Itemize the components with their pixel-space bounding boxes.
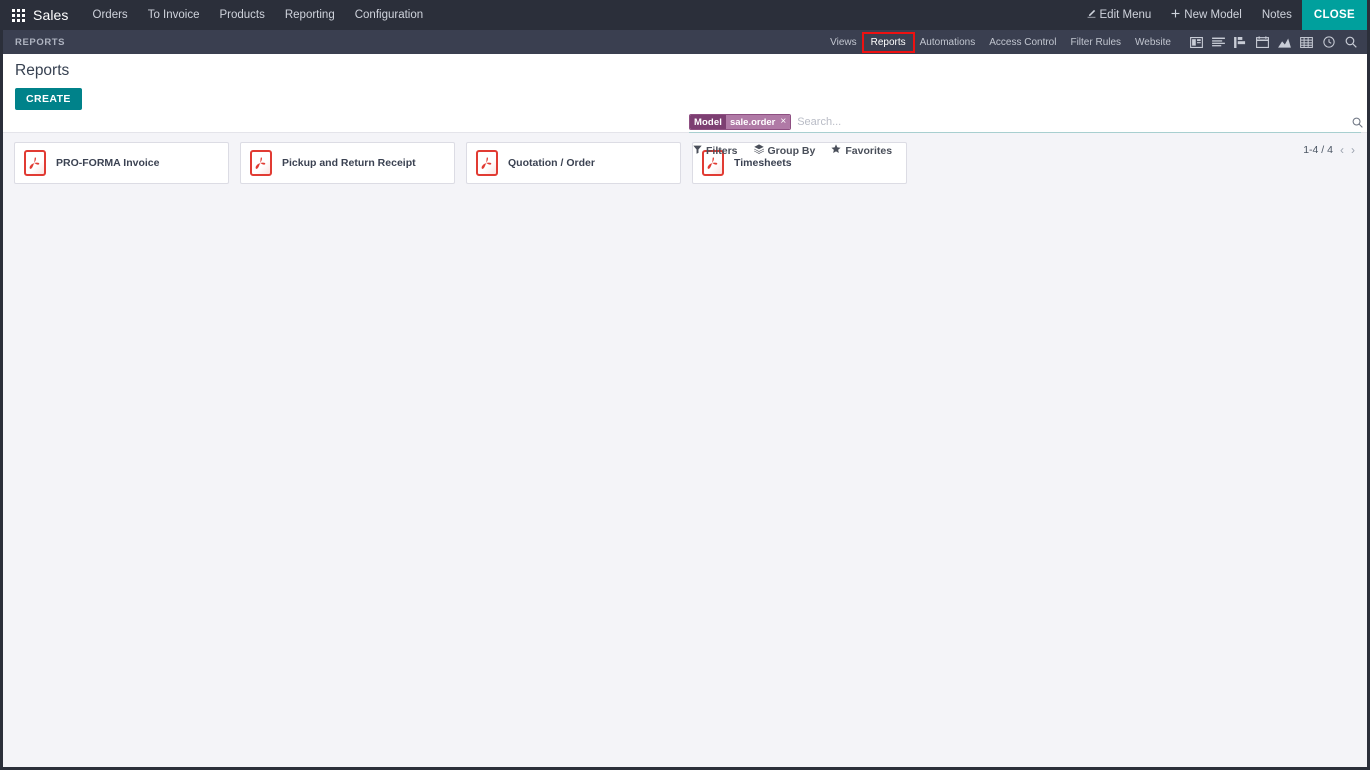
- filters-label: Filters: [706, 144, 738, 157]
- nav-item-to-invoice[interactable]: To Invoice: [138, 0, 210, 30]
- tab-reports[interactable]: Reports: [861, 31, 915, 53]
- subbar-breadcrumb: REPORTS: [15, 36, 66, 48]
- kanban-card-title: Timesheets: [734, 156, 792, 169]
- kanban-card[interactable]: PRO-FORMA Invoice: [14, 142, 229, 184]
- apps-grid-icon[interactable]: [3, 0, 33, 30]
- kanban-view: PRO-FORMA Invoice Pickup and Return Rece…: [3, 133, 1367, 184]
- facet-remove-icon[interactable]: ×: [780, 117, 786, 127]
- control-panel-left: Reports CREATE: [15, 60, 82, 110]
- facet-label: Model: [690, 115, 726, 129]
- view-switcher: [1178, 36, 1363, 49]
- nav-item-orders[interactable]: Orders: [83, 0, 138, 30]
- top-navbar: Sales Orders To Invoice Products Reporti…: [3, 0, 1367, 30]
- navbar-right-group: Edit Menu New Model Notes CLOSE: [1077, 0, 1367, 30]
- pdf-file-icon: [250, 150, 272, 176]
- kanban-card-title: Quotation / Order: [508, 156, 595, 169]
- favorites-dropdown[interactable]: Favorites: [831, 144, 892, 157]
- app-brand-sales[interactable]: Sales: [33, 7, 83, 23]
- kanban-card-title: PRO-FORMA Invoice: [56, 156, 160, 169]
- favorites-label: Favorites: [845, 144, 893, 157]
- search-row: Model sale.order ×: [689, 114, 1363, 133]
- search-input[interactable]: [797, 114, 1361, 130]
- kanban-card[interactable]: Pickup and Return Receipt: [240, 142, 455, 184]
- create-button[interactable]: CREATE: [15, 88, 82, 110]
- tab-automations[interactable]: Automations: [913, 34, 983, 51]
- kanban-card[interactable]: Quotation / Order: [466, 142, 681, 184]
- page-title: Reports: [15, 62, 70, 79]
- pivot-view-icon[interactable]: [1300, 36, 1313, 49]
- group-by-label: Group By: [767, 144, 816, 157]
- kanban-view-icon[interactable]: [1190, 36, 1203, 49]
- pager-previous-icon[interactable]: ‹: [1340, 144, 1344, 156]
- search-view-icon[interactable]: [1344, 36, 1357, 49]
- subbar-tabs-group: Views Reports Automations Access Control…: [823, 30, 1363, 54]
- nav-item-products[interactable]: Products: [209, 0, 274, 30]
- pencil-icon: [1087, 0, 1096, 30]
- control-panel: Reports CREATE Model sale.order × Search…: [3, 54, 1367, 157]
- edit-menu-label: Edit Menu: [1099, 9, 1152, 21]
- calendar-view-icon[interactable]: [1256, 36, 1269, 49]
- nav-item-reporting[interactable]: Reporting: [275, 0, 345, 30]
- close-studio-button[interactable]: CLOSE: [1301, 0, 1367, 30]
- nav-item-configuration[interactable]: Configuration: [345, 0, 433, 30]
- pager-range: 1-4 / 4: [1303, 144, 1333, 156]
- pdf-file-icon: [476, 150, 498, 176]
- filters-dropdown[interactable]: Filters: [693, 145, 738, 157]
- tab-access-control[interactable]: Access Control: [982, 34, 1063, 51]
- new-model-button[interactable]: New Model: [1161, 0, 1252, 30]
- facet-value-text: sale.order: [729, 116, 776, 128]
- search-panel: Model sale.order ×: [689, 114, 1363, 133]
- pager-next-icon[interactable]: ›: [1351, 144, 1355, 156]
- facet-value: sale.order ×: [725, 115, 791, 129]
- gantt-view-icon[interactable]: [1234, 36, 1247, 49]
- studio-subbar: REPORTS Views Reports Automations Access…: [3, 30, 1367, 54]
- search-toggle-icon[interactable]: [1349, 114, 1365, 130]
- search-options: Filters Group By Favorites: [693, 144, 892, 157]
- star-icon: [831, 144, 841, 157]
- notes-button[interactable]: Notes: [1252, 0, 1302, 30]
- tab-views[interactable]: Views: [823, 34, 864, 51]
- app-window: Sales Orders To Invoice Products Reporti…: [0, 0, 1370, 770]
- tab-filter-rules[interactable]: Filter Rules: [1063, 34, 1128, 51]
- kanban-card-title: Pickup and Return Receipt: [282, 156, 416, 169]
- plus-icon: [1171, 0, 1180, 30]
- pager: 1-4 / 4 ‹ ›: [1303, 144, 1355, 156]
- edit-menu-button[interactable]: Edit Menu: [1077, 0, 1162, 30]
- pdf-file-icon: [24, 150, 46, 176]
- new-model-label: New Model: [1184, 9, 1242, 21]
- activity-clock-icon[interactable]: [1322, 36, 1335, 49]
- group-by-dropdown[interactable]: Group By: [753, 144, 816, 157]
- layers-icon: [753, 144, 764, 157]
- graph-view-icon[interactable]: [1278, 36, 1291, 49]
- list-view-icon[interactable]: [1212, 36, 1225, 49]
- funnel-icon: [693, 145, 702, 157]
- tab-website[interactable]: Website: [1128, 34, 1178, 51]
- search-facet-model[interactable]: Model sale.order ×: [689, 114, 792, 130]
